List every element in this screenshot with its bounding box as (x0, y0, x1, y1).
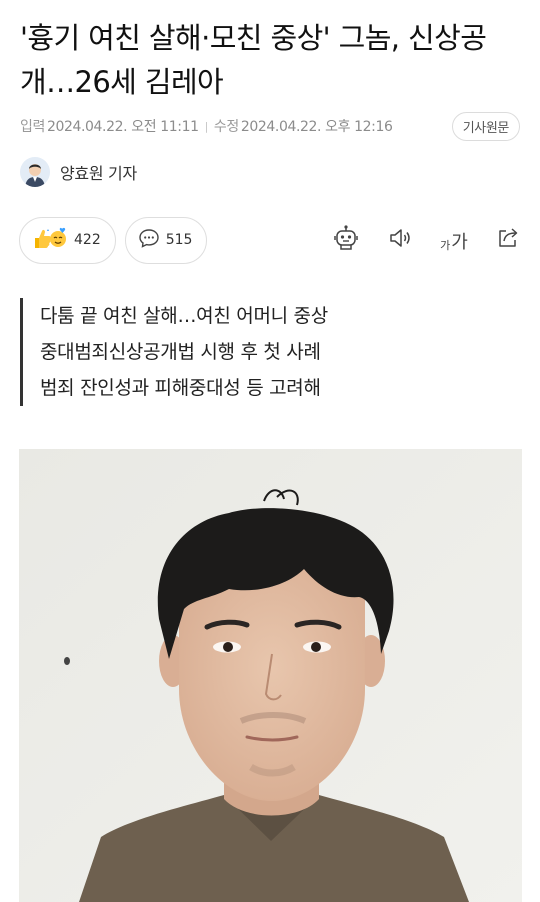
comment-count: 515 (165, 232, 193, 248)
listen-button[interactable] (387, 227, 413, 253)
reaction-count: 422 (74, 232, 101, 248)
font-large-glyph: 가 (451, 232, 468, 253)
summary-line: 다툼 끝 여친 살해…여친 어머니 중상 (40, 305, 328, 327)
article-meta: 입력 2024.04.22. 오전 11:11 | 수정 2024.04.22.… (20, 111, 520, 141)
comment-icon (138, 227, 160, 253)
action-bar: 422 515 가 가 (19, 216, 521, 264)
comment-button[interactable]: 515 (124, 216, 208, 264)
reporter-name: 양효원 기자 (60, 164, 137, 183)
reaction-button[interactable]: 422 (19, 216, 116, 264)
article-photo[interactable] (19, 449, 522, 902)
summary-line: 중대범죄신상공개법 시행 후 첫 사례 (40, 341, 321, 363)
meta-separator: | (204, 119, 209, 133)
modified-datetime: 2024.04.22. 오후 12:16 (240, 119, 393, 135)
summary-bot-button[interactable] (332, 224, 360, 256)
published-datetime: 2024.04.22. 오전 11:11 (46, 119, 199, 135)
share-button[interactable] (495, 227, 521, 253)
article: '흉기 여친 살해·모친 중상' 그놈, 신상공개…26세 김레아 입력 202… (0, 0, 540, 902)
font-small-glyph: 가 (440, 239, 451, 252)
byline[interactable]: 양효원 기자 (20, 155, 137, 189)
original-article-button[interactable]: 기사원문 (451, 111, 520, 141)
suspect-portrait-image (19, 449, 522, 902)
robot-icon (332, 224, 360, 256)
reaction-emoji-icon (32, 225, 68, 255)
article-headline: '흉기 여친 살해·모친 중상' 그놈, 신상공개…26세 김레아 (20, 21, 487, 99)
article-summary: 다툼 끝 여친 살해…여친 어머니 중상 중대범죄신상공개법 시행 후 첫 사례… (20, 298, 520, 406)
published-label: 입력 (20, 119, 45, 135)
speaker-icon (387, 225, 413, 255)
reporter-avatar (20, 157, 50, 187)
modified-label: 수정 (213, 119, 239, 135)
share-icon (495, 225, 521, 255)
summary-line: 범죄 잔인성과 피해중대성 등 고려해 (40, 377, 321, 399)
font-size-button[interactable]: 가 가 (440, 227, 468, 253)
article-tools: 가 가 (332, 224, 521, 256)
